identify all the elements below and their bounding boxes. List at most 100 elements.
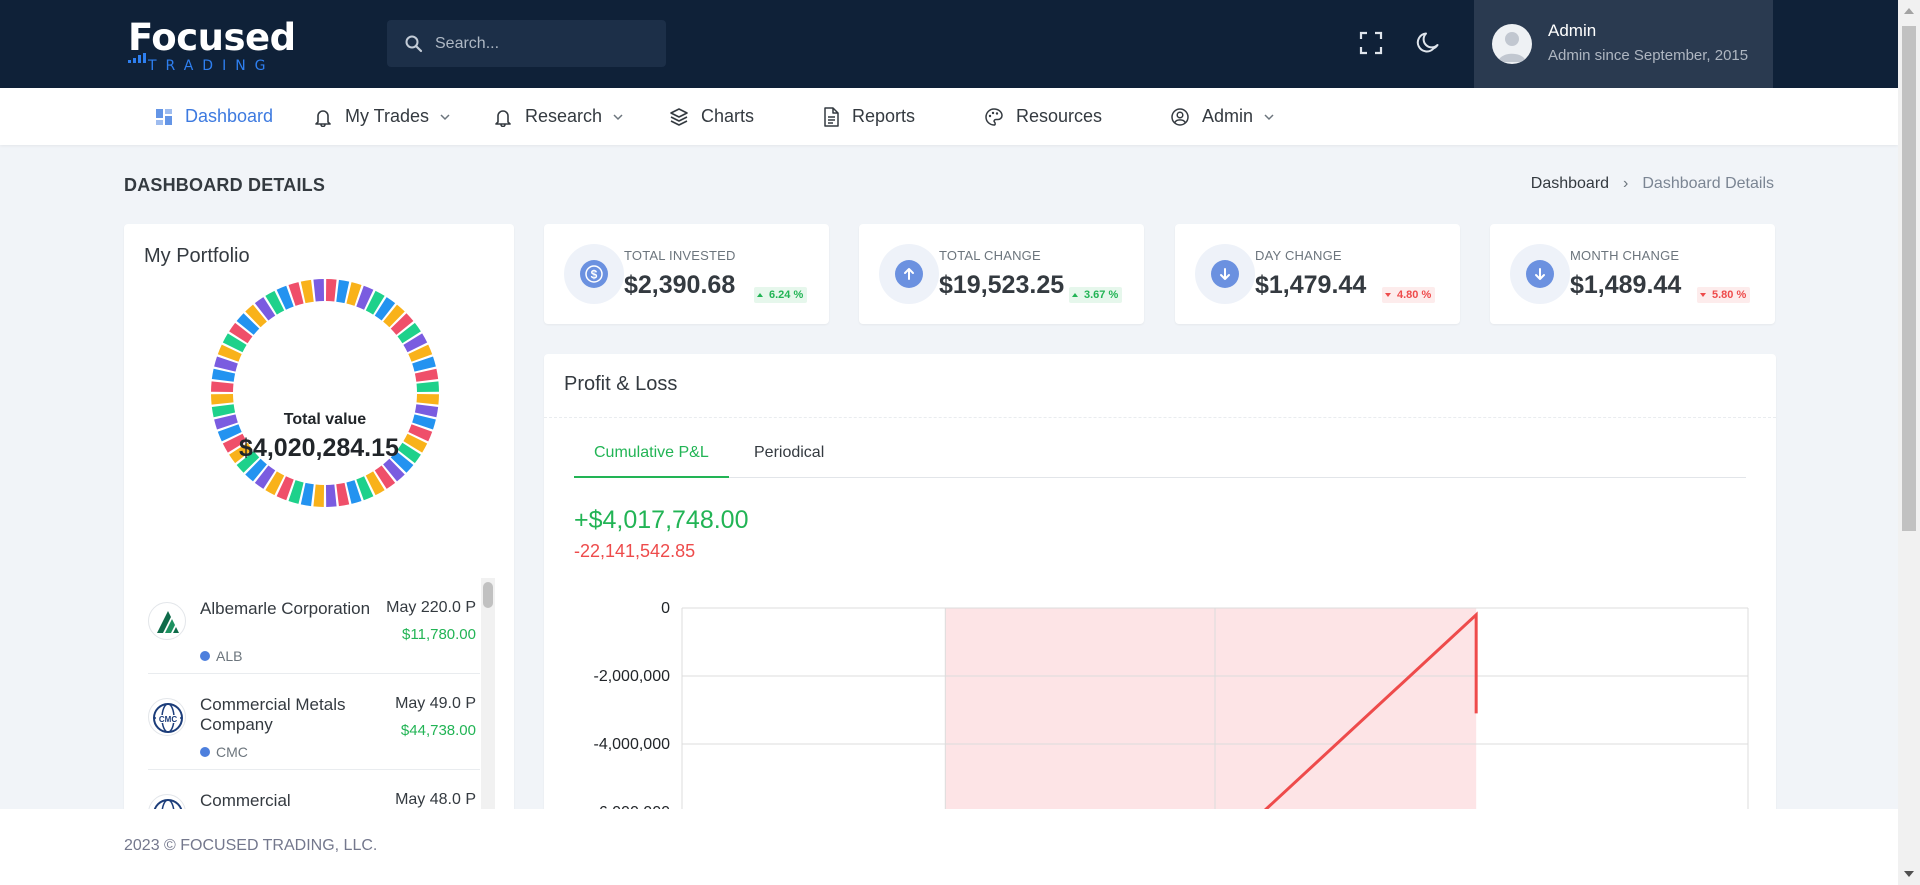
donut-segment[interactable] (416, 381, 439, 393)
stat-value: $2,390.68 (624, 271, 736, 299)
main-nav: Dashboard My Trades Research Charts Repo… (0, 88, 1898, 145)
nav-research-label: Research (525, 106, 603, 126)
donut-segment[interactable] (211, 368, 236, 382)
arrow-down-circle-icon (1526, 260, 1554, 288)
search-box (387, 20, 666, 67)
tab-periodical[interactable]: Periodical (734, 438, 844, 478)
nav-admin-label: Admin (1202, 106, 1254, 126)
donut-segment[interactable] (336, 482, 350, 507)
donut-segment[interactable] (325, 484, 337, 507)
donut-segment[interactable] (313, 484, 325, 507)
portfolio-donut-chart[interactable] (204, 272, 446, 514)
logo-main-text: Focused (128, 16, 296, 59)
donut-total-label: Total value (283, 411, 367, 428)
footer-copyright: 2023 © FOCUSED TRADING, LLC. (124, 837, 378, 854)
stat-value: $1,489.44 (1570, 271, 1682, 299)
holding-price: May 48.0 P (395, 791, 476, 808)
albemarle-logo-icon (148, 602, 186, 640)
holding-ticker-label: ALB (216, 648, 243, 664)
stat-label: MONTH CHANGE (1570, 248, 1680, 263)
holding-ticker: ALB (200, 648, 242, 664)
focused-trading-logo[interactable]: Focused TRADING (128, 16, 296, 74)
stat-change-text: 4.80 % (1397, 289, 1432, 301)
nav-dashboard-label: Dashboard (185, 106, 274, 126)
stat-label: DAY CHANGE (1255, 248, 1342, 263)
arrow-up-circle-icon (895, 260, 923, 288)
nav-charts[interactable]: Charts (669, 88, 754, 145)
donut-segment[interactable] (416, 393, 439, 405)
holding-ticker: CMC (200, 744, 248, 760)
stat-value: $1,479.44 (1255, 271, 1367, 299)
nav-my-trades-label: My Trades (345, 106, 430, 126)
breadcrumb-separator-icon: › (1623, 175, 1629, 192)
nav-my-trades[interactable]: My Trades (313, 88, 451, 145)
palette-icon (985, 107, 1003, 126)
profit-loss-tabs: Cumulative P&L Periodical (574, 438, 1746, 478)
stat-card-month-change: MONTH CHANGE $1,489.44 5.80 % (1490, 224, 1775, 324)
scroll-down-arrow-icon[interactable] (1904, 871, 1914, 877)
nav-research[interactable]: Research (493, 88, 624, 145)
stat-change-badge: 4.80 % (1382, 287, 1436, 303)
nav-reports-label: Reports (852, 106, 916, 126)
donut-segment[interactable] (325, 279, 337, 302)
nav-dashboard[interactable]: Dashboard (155, 88, 273, 145)
donut-segment[interactable] (300, 482, 314, 507)
stat-card-total-change: TOTAL CHANGE $19,523.25 3.67 % (859, 224, 1144, 324)
tab-cumulative-pl[interactable]: Cumulative P&L (574, 438, 729, 478)
donut-segment[interactable] (313, 279, 325, 302)
moon-icon[interactable] (1416, 30, 1442, 56)
logo-sub-text: TRADING (148, 58, 275, 74)
user-menu[interactable]: Admin Admin since September, 2015 (1474, 0, 1773, 88)
holdings-scrollbar[interactable] (481, 578, 495, 814)
donut-segment[interactable] (300, 279, 314, 304)
holding-row[interactable]: Commercial May 48.0 P (148, 770, 480, 814)
search-input[interactable] (435, 32, 655, 56)
stat-label: TOTAL INVESTED (624, 248, 736, 263)
user-avatar-icon (1492, 24, 1532, 64)
breadcrumb: Dashboard › Dashboard Details (1531, 175, 1774, 193)
nav-reports[interactable]: Reports (822, 88, 915, 145)
document-icon (824, 106, 839, 127)
dollar-circle-icon: $ (580, 260, 608, 288)
footer: 2023 © FOCUSED TRADING, LLC. (0, 809, 1898, 885)
nav-resources-label: Resources (1016, 106, 1103, 126)
breadcrumb-home-link[interactable]: Dashboard (1531, 175, 1609, 193)
breadcrumb-current: Dashboard Details (1642, 175, 1774, 192)
donut-segment[interactable] (414, 368, 439, 382)
portfolio-card: My Portfolio Total value $4,020,284.15 A… (124, 224, 514, 814)
stat-change-text: 3.67 % (1084, 289, 1119, 301)
y-tick-label: -4,000,000 (593, 736, 670, 753)
holding-name: Albemarle Corporation (200, 599, 371, 618)
donut-segment[interactable] (211, 381, 234, 393)
nav-admin[interactable]: Admin (1170, 88, 1275, 145)
logo-sub: TRADING (128, 53, 290, 74)
stat-change-text: 5.80 % (1712, 289, 1747, 301)
stat-label: TOTAL CHANGE (939, 248, 1041, 263)
chevron-down-icon (613, 113, 623, 120)
stat-change-badge: 5.80 % (1697, 287, 1751, 303)
nav-charts-label: Charts (701, 106, 755, 126)
page-title: DASHBOARD DETAILS (124, 175, 326, 195)
scroll-up-arrow-icon[interactable] (1904, 8, 1914, 14)
stat-change-text: 6.24 % (769, 289, 804, 301)
holdings-list[interactable]: Albemarle Corporation ALB May 220.0 P $1… (148, 578, 480, 814)
profit-loss-line-chart[interactable]: 0-2,000,000-4,000,000-6,000,000 (568, 590, 1776, 814)
stat-change-badge: 6.24 % (754, 287, 808, 303)
svg-text:CMC: CMC (159, 715, 177, 724)
holding-name: Commercial Metals Company (200, 695, 346, 734)
holding-value: $44,738.00 (400, 722, 476, 739)
nav-resources[interactable]: Resources (984, 88, 1102, 145)
user-name: Admin (1548, 21, 1597, 40)
dashboard-grid-icon (156, 108, 172, 125)
holding-name: Commercial (200, 791, 291, 810)
fullscreen-icon[interactable] (1358, 30, 1384, 56)
holding-ticker-label: CMC (216, 744, 248, 760)
window-scrollbar[interactable] (1898, 0, 1920, 885)
donut-segment[interactable] (211, 393, 234, 405)
holdings-scrollbar-thumb[interactable] (483, 582, 493, 608)
holding-row[interactable]: CMC Commercial Metals Company CMC May 49… (148, 674, 480, 770)
holding-row[interactable]: Albemarle Corporation ALB May 220.0 P $1… (148, 578, 480, 674)
donut-segment[interactable] (336, 279, 350, 304)
window-scrollbar-thumb[interactable] (1902, 26, 1916, 531)
stat-card-total-invested: $ TOTAL INVESTED $2,390.68 6.24 % (544, 224, 829, 324)
